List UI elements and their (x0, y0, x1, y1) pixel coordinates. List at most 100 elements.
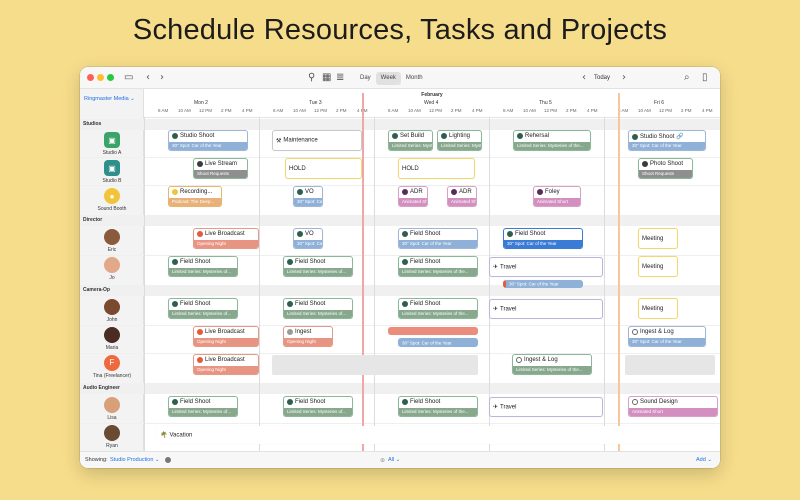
event-meeting[interactable]: Meeting (638, 298, 678, 319)
event-field-shoot[interactable]: Field Shoot Limited Series: Mysteries of… (398, 256, 478, 277)
view-day-button[interactable]: Day (355, 72, 376, 85)
filter-circle-icon: ⊕ (380, 458, 386, 464)
event-rehersal[interactable]: Rehersal Limited Series: Mysteries of th… (513, 130, 591, 151)
resource-john[interactable]: John (80, 299, 144, 323)
microphone-icon (402, 189, 408, 195)
minimize-window-button[interactable] (97, 74, 104, 81)
hour-label: 2 PM (221, 108, 232, 113)
event-field-shoot[interactable]: Field Shoot Limited Series: Mysteries of… (168, 298, 238, 319)
event-studio-shoot[interactable]: Studio Shoot 30" Spot: Car of the Year (168, 130, 248, 151)
avatar (104, 327, 120, 343)
resource-sound-booth[interactable]: ● Sound Booth (80, 188, 144, 212)
event-hold[interactable]: HOLD (398, 158, 475, 179)
event-ingest[interactable]: Ingest Opening Night (283, 326, 333, 347)
layout-icon[interactable]: ≣ (336, 70, 344, 86)
event-recording[interactable]: Recording... Podcast: The Deep... (168, 186, 222, 207)
hour-label: 12 PM (199, 108, 213, 113)
camera-icon (172, 259, 178, 265)
event-booking[interactable]: 30" Spot: Car of the Year (398, 338, 478, 347)
organization-selector[interactable]: Ringmaster Media ⌄ (84, 96, 135, 102)
event-field-shoot[interactable]: Field Shoot Limited Series: Mysteries of… (398, 298, 478, 319)
event-ingest-log[interactable]: Ingest & Log 30" Spot: Car of the Year (628, 326, 706, 347)
event-hold[interactable]: HOLD (285, 158, 362, 179)
hour-label: 12 PM (314, 108, 328, 113)
avatar (104, 397, 120, 413)
search-icon[interactable]: ⌕ (684, 70, 690, 86)
event-photo-shoot[interactable]: Photo Shoot Shoot Requests (638, 158, 693, 179)
event-travel[interactable]: ✈ Travel (489, 299, 603, 319)
event-field-shoot[interactable]: Field Shoot Limited Series: Mysteries of… (168, 396, 238, 417)
day-label: Mon 2 (194, 100, 208, 106)
resource-jo[interactable]: Jo (80, 257, 144, 281)
inspector-toggle-icon[interactable]: ▯ (702, 70, 708, 86)
airplane-icon: ✈ (493, 306, 499, 313)
event-adr[interactable]: ADR Animated Short (447, 186, 477, 207)
view-switcher: Day Week Month (355, 72, 428, 85)
hour-label: 4 PM (587, 108, 598, 113)
event-live-broadcast[interactable]: Live Broadcast Opening Night (193, 326, 259, 347)
hour-label: 8 AM (273, 108, 284, 113)
resource-tina[interactable]: F Tina (Freelancer) (80, 355, 144, 379)
event-travel[interactable]: ✈ Travel (489, 397, 603, 417)
studio-icon (172, 133, 178, 139)
event-travel-booking[interactable]: 30" Spot: Car of the Year (503, 280, 583, 288)
broadcast-icon (197, 329, 203, 335)
info-icon[interactable] (165, 457, 171, 463)
zoom-window-button[interactable] (107, 74, 114, 81)
event-ingest-log[interactable]: Ingest & Log Limited Series: Mysteries o… (512, 354, 592, 375)
event-set-build[interactable]: Set Build Limited Series: Mysteries of..… (388, 130, 433, 151)
day-divider (604, 117, 605, 451)
close-window-button[interactable] (87, 74, 94, 81)
event-field-shoot[interactable]: Field Shoot Limited Series: Mysteries of… (398, 396, 478, 417)
event-meeting[interactable]: Meeting (638, 256, 678, 277)
event-field-shoot[interactable]: Field Shoot Limited Series: Mysteries of… (283, 396, 353, 417)
forward-arrow-icon[interactable]: › (160, 70, 164, 86)
previous-week-icon[interactable]: ‹ (582, 70, 586, 86)
today-button[interactable]: Today (594, 72, 610, 85)
calendar-icon[interactable]: ▦ (322, 70, 331, 86)
camera-icon (197, 161, 203, 167)
add-button[interactable]: Add ⌄ (696, 457, 712, 463)
day-label: Tue 3 (309, 100, 322, 106)
event-lighting[interactable]: Lighting Limited Series: Mysteries of... (437, 130, 482, 151)
event-field-shoot[interactable]: Field Shoot Limited Series: Mysteries of… (283, 256, 353, 277)
resource-studio-a[interactable]: ▣ Studio A (80, 132, 144, 156)
event-meeting[interactable]: Meeting (638, 228, 678, 249)
event-field-shoot[interactable]: Field Shoot Limited Series: Mysteries of… (168, 256, 238, 277)
event-studio-shoot-linked[interactable]: Studio Shoot 🔗 30" Spot: Car of the Year (628, 130, 706, 151)
resource-lisa[interactable]: Lisa (80, 397, 144, 421)
event-travel[interactable]: ✈ Travel (489, 257, 603, 277)
resource-studio-b[interactable]: ▣ Studio B (80, 160, 144, 184)
sidebar-toggle-icon[interactable]: ▭ (124, 70, 133, 86)
event-vacation[interactable]: 🌴 Vacation (156, 426, 718, 444)
filter-icon[interactable]: ⚲ (308, 70, 315, 86)
event-vo[interactable]: VO 30" Spot: Car of... (293, 186, 323, 207)
event-field-shoot[interactable]: Field Shoot Limited Series: Mysteries of… (283, 298, 353, 319)
hour-label: 12 PM (544, 108, 558, 113)
back-arrow-icon[interactable]: ‹ (146, 70, 150, 86)
event-live-stream[interactable]: Live Stream Shoot Requests (193, 158, 248, 179)
event-maintenance[interactable]: ⚒ Maintenance (272, 130, 362, 151)
resource-eric[interactable]: Eric (80, 229, 144, 253)
resource-maria[interactable]: Maria (80, 327, 144, 351)
hour-label: 2 PM (336, 108, 347, 113)
studio-icon (392, 133, 398, 139)
view-month-button[interactable]: Month (401, 72, 428, 85)
camera-icon (642, 161, 648, 167)
filter-popup[interactable]: All ⌄ (388, 457, 400, 463)
event-field-shoot-selected[interactable]: Field Shoot 30" Spot: Car of the Year (503, 228, 583, 249)
camera-icon (287, 399, 293, 405)
event-adr[interactable]: ADR Animated Short (398, 186, 428, 207)
event-field-shoot[interactable]: Field Shoot 30" Spot: Car of the Year (398, 228, 478, 249)
event-foley[interactable]: Foley Animated Short (533, 186, 581, 207)
microphone-icon (297, 189, 303, 195)
event-live-broadcast[interactable]: Live Broadcast Opening Night (193, 228, 259, 249)
resource-ryan[interactable]: Ryan (80, 425, 144, 449)
showing-popup[interactable]: Studio Production ⌄ (110, 457, 160, 463)
next-week-icon[interactable]: › (622, 70, 626, 86)
event-vo[interactable]: VO 30" Spot: Car of... (293, 228, 323, 249)
event-block[interactable] (388, 327, 478, 335)
event-live-broadcast[interactable]: Live Broadcast Opening Night (193, 354, 259, 375)
event-sound-design[interactable]: Sound Design Animated Short (628, 396, 718, 417)
view-week-button[interactable]: Week (375, 72, 401, 85)
